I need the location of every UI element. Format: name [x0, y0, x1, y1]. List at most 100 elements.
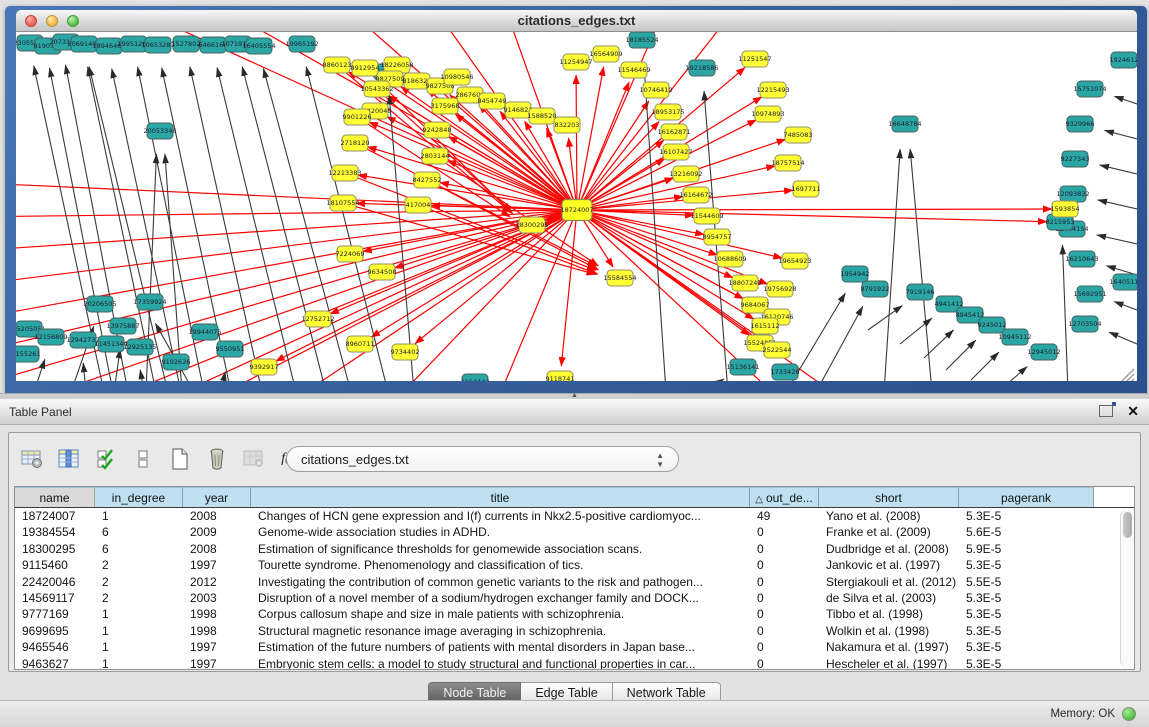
graph-node[interactable]: 4164442	[461, 374, 490, 381]
table-row[interactable]: 946362711997Embryonic stem cells: a mode…	[15, 656, 1134, 670]
graph-node[interactable]: 9634508	[368, 264, 397, 280]
graph-node[interactable]: 10945112	[998, 329, 1031, 345]
graph-node[interactable]: 8454749	[478, 93, 507, 109]
graph-edge[interactable]	[577, 67, 604, 210]
scrollbar-thumb[interactable]	[1123, 512, 1132, 538]
graph-node[interactable]: 18953175	[651, 104, 684, 120]
graph-node[interactable]: 16164672	[679, 187, 712, 203]
graph-edge[interactable]	[816, 306, 863, 381]
graph-node[interactable]: 10746410	[639, 82, 672, 98]
graph-node[interactable]: 9118741	[546, 371, 575, 381]
graph-node[interactable]: 9392917	[250, 359, 279, 375]
table-settings-icon[interactable]	[19, 445, 45, 473]
graph-node[interactable]: 11544609	[690, 208, 723, 224]
graph-edge[interactable]	[1105, 130, 1137, 139]
graph-node[interactable]: 19965192	[285, 36, 318, 52]
table-row[interactable]: 969969511998Structural magnetic resonanc…	[15, 623, 1134, 639]
graph-edge[interactable]	[140, 370, 144, 381]
graph-node[interactable]: 18724007	[560, 200, 593, 221]
graph-node[interactable]: 1733426	[771, 364, 800, 380]
close-panel-icon[interactable]: ✕	[1127, 404, 1139, 418]
import-table-icon[interactable]	[241, 445, 267, 473]
graph-node[interactable]: 19756928	[763, 281, 796, 297]
graph-node[interactable]: 9550951	[216, 341, 245, 357]
graph-node[interactable]: 16405554	[242, 38, 275, 54]
graph-node[interactable]: 10653287	[141, 37, 174, 53]
graph-node[interactable]: 2522544	[763, 342, 792, 358]
graph-edge[interactable]	[1114, 302, 1137, 310]
table-selector-dropdown[interactable]: citations_edges.txt ▲▼	[286, 446, 679, 472]
graph-node[interactable]: 1588520	[528, 108, 557, 124]
graph-node[interactable]: 2718120	[341, 135, 370, 151]
graph-node[interactable]: 12945012	[1027, 344, 1060, 360]
table-vertical-scrollbar[interactable]	[1120, 510, 1133, 667]
graph-node[interactable]: 12215493	[756, 82, 789, 98]
network-canvas[interactable]: 2305572191905512073140620691406189464691…	[16, 32, 1137, 381]
graph-edge[interactable]	[16, 210, 577, 357]
graph-node[interactable]: 1697711	[792, 181, 821, 197]
graph-edge[interactable]	[165, 154, 182, 381]
graph-node[interactable]: 8791922	[861, 281, 890, 297]
graph-node[interactable]: 11251547	[738, 51, 771, 67]
network-window-titlebar[interactable]: citations_edges.txt	[16, 10, 1137, 32]
graph-node[interactable]: 9245012	[978, 317, 1007, 333]
graph-edge[interactable]	[114, 349, 120, 381]
table-row[interactable]: 911546021997Tourette syndrome. Phenomeno…	[15, 557, 1134, 573]
table-row[interactable]: 1456911722003Disruption of a novel membe…	[15, 590, 1134, 606]
graph-node[interactable]: 16564909	[589, 46, 622, 62]
graph-node[interactable]: 7224069	[336, 246, 365, 262]
graph-node[interactable]: 9242848	[423, 122, 452, 138]
graph-edge[interactable]	[1100, 165, 1137, 174]
graph-node[interactable]: 8427552	[413, 172, 442, 188]
graph-edge[interactable]	[716, 379, 724, 381]
graph-node[interactable]: 8960711	[346, 336, 375, 352]
graph-node[interactable]: 3175968	[431, 98, 460, 114]
graph-edge[interactable]	[389, 95, 414, 381]
graph-node[interactable]: 12213383	[328, 165, 361, 181]
graph-node[interactable]: 19654923	[778, 253, 811, 269]
graph-node[interactable]: 12703504	[1068, 316, 1101, 332]
graph-node[interactable]: 15692951	[1073, 286, 1106, 302]
select-rows-icon[interactable]	[93, 445, 119, 473]
graph-node[interactable]: 9155261	[16, 346, 40, 362]
graph-node[interactable]: 18185524	[625, 32, 658, 48]
graph-node[interactable]: 18757514	[771, 155, 804, 171]
graph-edge[interactable]	[946, 340, 976, 370]
graph-node[interactable]: 1527802	[172, 36, 201, 52]
graph-node[interactable]: 12093832	[1056, 186, 1089, 202]
graph-node[interactable]: 1924612	[1110, 52, 1137, 68]
new-table-icon[interactable]	[167, 445, 193, 473]
graph-node[interactable]: 12925135	[123, 339, 156, 355]
graph-node[interactable]: 9901226	[343, 109, 372, 125]
graph-node[interactable]: 12156809	[34, 329, 67, 345]
graph-node[interactable]: 17359924	[133, 294, 166, 310]
graph-node[interactable]: 18300295	[515, 217, 548, 233]
graph-edge[interactable]	[1109, 332, 1137, 344]
graph-edge[interactable]	[577, 209, 1052, 210]
graph-node[interactable]: 417004	[405, 197, 431, 213]
graph-edge[interactable]	[1062, 245, 1068, 381]
graph-edge[interactable]	[83, 363, 86, 381]
table-row[interactable]: 977716911998Corpus callosum shape and si…	[15, 606, 1134, 622]
graph-node[interactable]: 16162871	[657, 124, 690, 140]
graph-node[interactable]: 20053346	[143, 123, 176, 139]
graph-edge[interactable]	[176, 32, 577, 210]
graph-node[interactable]: 13975887	[106, 318, 139, 334]
graph-edge[interactable]	[998, 367, 1027, 381]
graph-edge[interactable]	[577, 210, 1047, 222]
graph-node[interactable]: 15584554	[603, 270, 636, 286]
resize-grip-icon[interactable]	[1120, 369, 1134, 381]
graph-edge[interactable]	[924, 330, 954, 358]
table-row[interactable]: 2242004622012Investigating the contribut…	[15, 574, 1134, 590]
graph-node[interactable]: 18107554	[326, 195, 359, 211]
graph-node[interactable]: 9329966	[1066, 116, 1095, 132]
column-header-short[interactable]: short	[819, 487, 959, 507]
graph-edge[interactable]	[1098, 200, 1137, 209]
graph-node[interactable]: 19218586	[685, 60, 718, 76]
graph-node[interactable]: 8954757	[703, 229, 732, 245]
graph-node[interactable]: 8912954	[351, 60, 380, 76]
graph-node[interactable]: 10974893	[751, 106, 784, 122]
show-columns-icon[interactable]	[56, 445, 82, 473]
graph-node[interactable]: 16648784	[888, 116, 921, 132]
graph-node[interactable]: 10543362	[360, 81, 393, 97]
